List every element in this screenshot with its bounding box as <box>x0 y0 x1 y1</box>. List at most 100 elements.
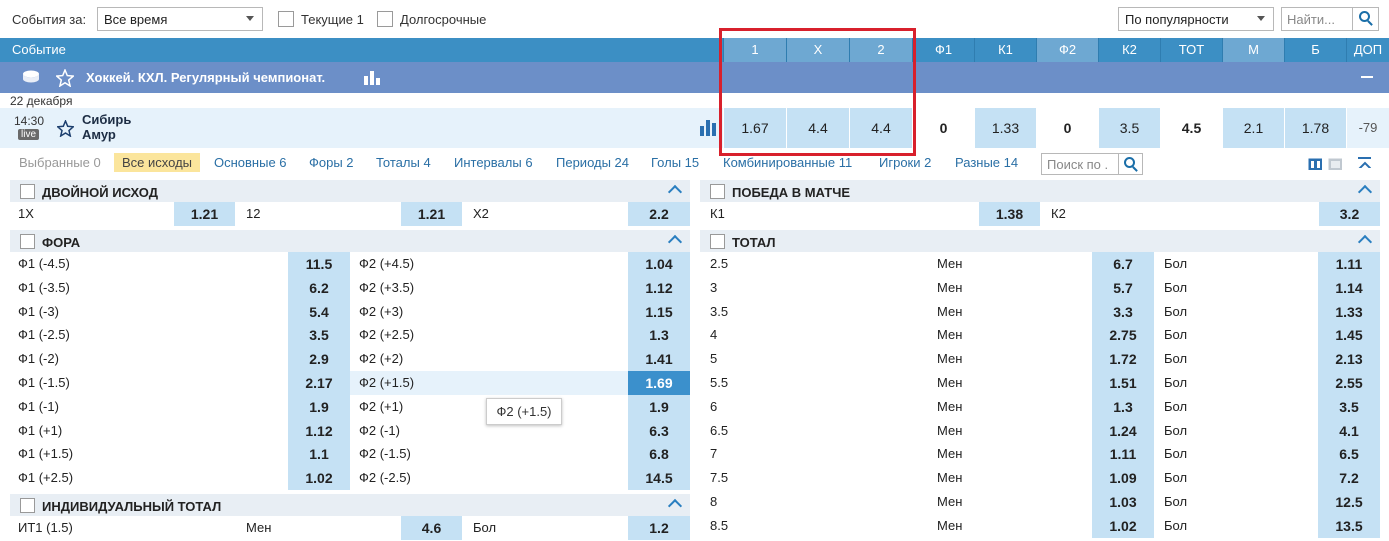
chevron-up-icon[interactable] <box>1357 184 1373 200</box>
under-odds[interactable]: 1.02 <box>1092 513 1154 538</box>
over-odds[interactable]: 1.33 <box>1318 299 1380 324</box>
handicap-odds[interactable]: 2.9 <box>288 347 350 372</box>
over-odds[interactable]: 4.1 <box>1318 418 1380 443</box>
over-odds[interactable]: 2.55 <box>1318 371 1380 395</box>
columns-view-icon[interactable] <box>1308 158 1322 170</box>
col-header-tot[interactable]: ТОТ <box>1160 38 1222 62</box>
handicap-odds[interactable]: 2.17 <box>288 371 350 395</box>
tab-goals[interactable]: Голы 15 <box>651 155 699 170</box>
odds-under[interactable]: 2.1 <box>1222 108 1284 148</box>
handicap-odds[interactable]: 1.15 <box>628 299 690 324</box>
championship-row[interactable]: Хоккей. КХЛ. Регулярный чемпионат. <box>0 62 1389 93</box>
handicap-odds[interactable]: 1.69 <box>628 371 690 395</box>
tab-periods[interactable]: Периоды 24 <box>556 155 629 170</box>
over-odds[interactable]: 1.11 <box>1318 252 1380 276</box>
handicap-odds[interactable]: 6.3 <box>628 418 690 443</box>
col-header-f1[interactable]: Ф1 <box>912 38 974 62</box>
under-odds[interactable]: 3.3 <box>1092 299 1154 324</box>
over-odds[interactable]: 1.14 <box>1318 275 1380 300</box>
under-odds[interactable]: 1.51 <box>1092 371 1154 395</box>
handicap-odds[interactable]: 5.4 <box>288 299 350 324</box>
col-header-b[interactable]: Б <box>1284 38 1346 62</box>
handicap-odds[interactable]: 1.9 <box>288 394 350 419</box>
over-odds[interactable]: 1.45 <box>1318 323 1380 348</box>
match-win-odds[interactable]: 1.38 <box>979 202 1040 226</box>
sort-select[interactable]: По популярности <box>1118 7 1274 31</box>
section-checkbox[interactable] <box>20 184 35 199</box>
period-select[interactable]: Все время <box>97 7 263 31</box>
under-odds[interactable]: 1.72 <box>1092 347 1154 372</box>
event-teams[interactable]: Сибирь Амур <box>82 112 131 142</box>
over-odds[interactable]: 6.5 <box>1318 442 1380 467</box>
current-checkbox[interactable] <box>278 11 294 27</box>
tab-chosen[interactable]: Выбранные 0 <box>19 155 101 170</box>
handicap-header[interactable]: ФОРА <box>10 230 690 252</box>
tab-main[interactable]: Основные 6 <box>214 155 287 170</box>
col-header-f2[interactable]: Ф2 <box>1036 38 1098 62</box>
stats-icon[interactable] <box>364 71 382 85</box>
stats-icon[interactable] <box>700 118 718 136</box>
search-box[interactable]: Найти... <box>1281 7 1379 31</box>
over-odds[interactable]: 2.13 <box>1318 347 1380 372</box>
handicap-odds[interactable]: 1.04 <box>628 252 690 276</box>
tab-handicaps[interactable]: Форы 2 <box>309 155 354 170</box>
over-odds[interactable]: 7.2 <box>1318 466 1380 491</box>
over-odds[interactable]: 13.5 <box>1318 513 1380 538</box>
under-odds[interactable]: 5.7 <box>1092 275 1154 300</box>
double-chance-odds[interactable]: 2.2 <box>628 202 690 226</box>
tab-combined[interactable]: Комбинированные 11 <box>723 155 852 170</box>
handicap-odds[interactable]: 14.5 <box>628 466 690 491</box>
under-odds[interactable]: 1.03 <box>1092 490 1154 514</box>
odds-k2[interactable]: 3.5 <box>1098 108 1160 148</box>
chevron-up-icon[interactable] <box>667 184 683 200</box>
double-chance-odds[interactable]: 1.21 <box>174 202 235 226</box>
under-odds[interactable]: 1.11 <box>1092 442 1154 467</box>
handicap-odds[interactable]: 1.41 <box>628 347 690 372</box>
section-checkbox[interactable] <box>20 234 35 249</box>
odds-k1[interactable]: 1.33 <box>974 108 1036 148</box>
handicap-odds[interactable]: 3.5 <box>288 323 350 348</box>
match-win-odds[interactable]: 3.2 <box>1319 202 1380 226</box>
search-button[interactable] <box>1352 8 1378 30</box>
odds-over[interactable]: 1.78 <box>1284 108 1346 148</box>
over-odds[interactable]: 3.5 <box>1318 394 1380 419</box>
market-search-button[interactable] <box>1118 154 1142 174</box>
under-odds[interactable]: 4.6 <box>401 516 462 540</box>
col-header-more[interactable]: ДОП <box>1346 38 1389 62</box>
handicap-odds[interactable]: 6.2 <box>288 275 350 300</box>
col-header-k2[interactable]: К2 <box>1098 38 1160 62</box>
handicap-odds[interactable]: 1.9 <box>628 394 690 419</box>
total-header[interactable]: ТОТАЛ <box>700 230 1380 252</box>
market-search-box[interactable]: Поиск по . <box>1041 153 1143 175</box>
under-odds[interactable]: 6.7 <box>1092 252 1154 276</box>
star-icon[interactable] <box>56 69 74 87</box>
under-odds[interactable]: 1.3 <box>1092 394 1154 419</box>
under-odds[interactable]: 1.09 <box>1092 466 1154 491</box>
tab-misc[interactable]: Разные 14 <box>955 155 1018 170</box>
section-checkbox[interactable] <box>710 234 725 249</box>
double-chance-header[interactable]: ДВОЙНОЙ ИСХОД <box>10 180 690 202</box>
chevron-up-icon[interactable] <box>1357 234 1373 250</box>
section-checkbox[interactable] <box>710 184 725 199</box>
longterm-checkbox[interactable] <box>377 11 393 27</box>
tab-totals[interactable]: Тоталы 4 <box>376 155 431 170</box>
section-checkbox[interactable] <box>20 498 35 513</box>
over-odds[interactable]: 12.5 <box>1318 490 1380 514</box>
chevron-up-icon[interactable] <box>667 234 683 250</box>
handicap-odds[interactable]: 11.5 <box>288 252 350 276</box>
under-odds[interactable]: 1.24 <box>1092 418 1154 443</box>
under-odds[interactable]: 2.75 <box>1092 323 1154 348</box>
event-row[interactable]: 14:30 live Сибирь Амур 1.67 4.4 4.4 0 1.… <box>0 108 1389 148</box>
handicap-odds[interactable]: 6.8 <box>628 442 690 467</box>
handicap-odds[interactable]: 1.02 <box>288 466 350 491</box>
handicap-odds[interactable]: 1.1 <box>288 442 350 467</box>
collapse-icon[interactable] <box>1361 76 1373 78</box>
chevron-up-icon[interactable] <box>667 498 683 514</box>
handicap-odds[interactable]: 1.3 <box>628 323 690 348</box>
double-chance-odds[interactable]: 1.21 <box>401 202 462 226</box>
more-markets-link[interactable]: -79 <box>1346 108 1389 148</box>
match-win-header[interactable]: ПОБЕДА В МАТЧЕ <box>700 180 1380 202</box>
list-view-icon[interactable] <box>1328 158 1342 170</box>
tab-all[interactable]: Все исходы <box>114 153 201 172</box>
collapse-all-icon[interactable] <box>1357 156 1371 168</box>
